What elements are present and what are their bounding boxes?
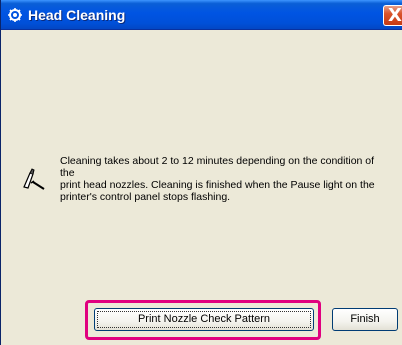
head-cleaning-dialog: Head Cleaning X Cleaning takes about 2 t… [0, 0, 402, 345]
dialog-content: Cleaning takes about 2 to 12 minutes dep… [2, 30, 402, 345]
message-line: Cleaning takes about 2 to 12 minutes dep… [60, 155, 375, 179]
message-line: printer's control panel stops flashing. [60, 191, 231, 203]
printer-gear-icon [8, 8, 22, 22]
message-line: print head nozzles. Cleaning is finished… [60, 179, 375, 191]
finish-button[interactable]: Finish [332, 308, 398, 331]
title-bar[interactable]: Head Cleaning X [1, 0, 402, 30]
window-title: Head Cleaning [28, 7, 126, 23]
close-button[interactable]: X [383, 5, 402, 26]
print-nozzle-check-pattern-button[interactable]: Print Nozzle Check Pattern [94, 308, 314, 331]
close-icon: X [388, 5, 402, 26]
cleaning-message: Cleaning takes about 2 to 12 minutes dep… [60, 155, 390, 203]
note-pencil-icon [23, 168, 45, 190]
